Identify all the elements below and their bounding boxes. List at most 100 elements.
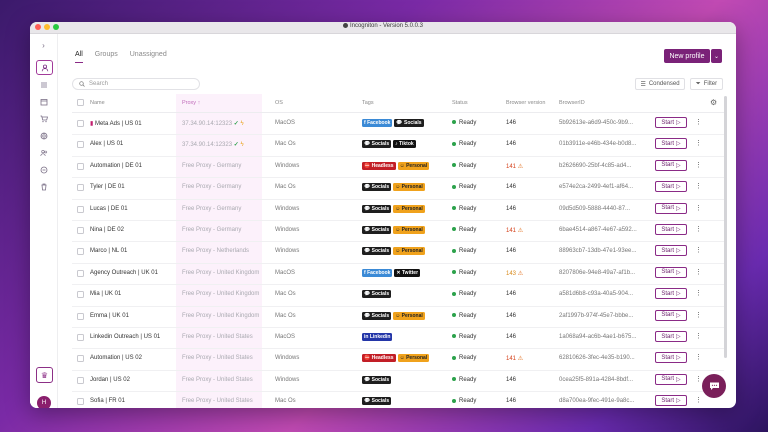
row-checkbox[interactable] — [77, 312, 84, 320]
start-button[interactable]: Start ▷ — [655, 352, 687, 364]
proxy-cell[interactable]: 37.34.90.14:12323 ✓ ϟ — [182, 120, 244, 127]
settings-gear-icon[interactable]: ⚙ — [710, 98, 717, 107]
tab-unassigned[interactable]: Unassigned — [130, 51, 167, 63]
proxy-cell[interactable]: Free Proxy - Germany — [182, 184, 241, 190]
profile-name-cell[interactable]: Alex | US 01 — [90, 141, 123, 147]
table-row[interactable]: Automation | DE 01 Free Proxy - Germany Wi… — [72, 156, 724, 179]
row-checkbox[interactable] — [77, 355, 84, 363]
filter-button[interactable]: ⏷ Filter — [690, 78, 723, 90]
start-button[interactable]: Start ▷ — [655, 117, 687, 128]
start-button[interactable]: Start ▷ — [655, 309, 687, 321]
table-row[interactable]: Automation | US 02 Free Proxy - United St… — [72, 348, 724, 371]
search-input[interactable]: Search — [72, 78, 200, 90]
user-icon[interactable] — [36, 60, 53, 75]
column-header-tags[interactable]: Tags — [362, 100, 374, 106]
row-checkbox[interactable] — [77, 141, 84, 149]
more-options-icon[interactable]: ⋮ — [695, 204, 702, 212]
table-row[interactable]: Lucas | DE 01 Free Proxy - Germany Windows… — [72, 199, 724, 221]
profile-name-cell[interactable]: ▮ Meta Ads | US 01 — [90, 120, 142, 127]
table-row[interactable]: Nina | DE 02 Free Proxy - Germany Windows 💬… — [72, 220, 724, 243]
row-checkbox[interactable] — [77, 376, 84, 384]
column-header-status[interactable]: Status — [452, 100, 468, 106]
start-button[interactable]: Start ▷ — [655, 266, 687, 278]
profile-name-cell[interactable]: Marco | NL 01 — [90, 248, 127, 254]
start-button[interactable]: Start ▷ — [655, 331, 687, 342]
more-options-icon[interactable]: ⋮ — [695, 332, 702, 340]
table-row[interactable]: Sofia | FR 01 Free Proxy - United States M… — [72, 391, 724, 408]
users-icon[interactable] — [36, 146, 51, 159]
tab-groups[interactable]: Groups — [95, 51, 118, 63]
select-all-checkbox[interactable] — [77, 99, 84, 106]
proxy-cell[interactable]: Free Proxy - United States — [182, 377, 253, 383]
start-button[interactable]: Start ▷ — [655, 395, 687, 407]
profile-name-cell[interactable]: Automation | DE 01 — [90, 163, 142, 169]
more-options-icon[interactable]: ⋮ — [695, 396, 702, 404]
table-row[interactable]: Agency Outreach | UK 01 Free Proxy - Unit… — [72, 263, 724, 286]
condensed-button[interactable]: ☰ Condensed — [635, 78, 685, 90]
column-header-os[interactable]: OS — [275, 100, 283, 106]
start-button[interactable]: Start ▷ — [655, 245, 687, 257]
more-options-icon[interactable]: ⋮ — [695, 139, 702, 147]
proxy-cell[interactable]: Free Proxy - United States — [182, 398, 253, 404]
row-checkbox[interactable] — [77, 120, 84, 127]
trash-icon[interactable] — [36, 180, 51, 193]
more-options-icon[interactable]: ⋮ — [695, 161, 702, 169]
more-options-icon[interactable]: ⋮ — [695, 225, 702, 233]
table-row[interactable]: Alex | US 01 37.34.90.14:12323 ✓ ϟ Mac Os 💬… — [72, 134, 724, 157]
start-button[interactable]: Start ▷ — [655, 288, 687, 300]
start-button[interactable]: Start ▷ — [655, 373, 687, 385]
row-checkbox[interactable] — [77, 184, 84, 192]
profile-name-cell[interactable]: Emma | UK 01 — [90, 313, 129, 319]
more-options-icon[interactable]: ⋮ — [695, 375, 702, 383]
proxy-cell[interactable]: Free Proxy - Germany — [182, 206, 241, 212]
chevron-right-icon[interactable]: › — [36, 39, 51, 52]
row-checkbox[interactable] — [77, 162, 84, 170]
row-checkbox[interactable] — [77, 291, 84, 299]
table-row[interactable]: ▮ Meta Ads | US 01 37.34.90.14:12323 ✓ ϟ M… — [72, 113, 724, 136]
profile-name-cell[interactable]: Mia | UK 01 — [90, 291, 121, 297]
profile-name-cell[interactable]: Sofia | FR 01 — [90, 398, 125, 404]
column-header-name[interactable]: Name — [90, 100, 105, 106]
row-checkbox[interactable] — [77, 398, 84, 406]
more-options-icon[interactable]: ⋮ — [695, 182, 702, 190]
proxy-cell[interactable]: Free Proxy - Germany — [182, 163, 241, 169]
profile-name-cell[interactable]: Jordan | US 02 — [90, 377, 130, 383]
proxy-cell[interactable]: Free Proxy - Germany — [182, 227, 241, 233]
cart-icon[interactable] — [36, 112, 51, 125]
start-button[interactable]: Start ▷ — [655, 224, 687, 235]
more-options-icon[interactable]: ⋮ — [695, 268, 702, 276]
calendar-icon[interactable] — [36, 95, 51, 108]
table-row[interactable]: Linkedin Outreach | US 01 Free Proxy - Un… — [72, 327, 724, 350]
more-options-icon[interactable]: ⋮ — [695, 118, 702, 126]
start-button[interactable]: Start ▷ — [655, 181, 687, 193]
proxy-cell[interactable]: Free Proxy - United States — [182, 334, 253, 340]
profile-name-cell[interactable]: Agency Outreach | UK 01 — [90, 270, 158, 276]
avatar[interactable]: H — [37, 396, 51, 408]
table-row[interactable]: Jordan | US 02 Free Proxy - United States… — [72, 370, 724, 393]
globe-icon[interactable] — [36, 129, 51, 142]
list-icon[interactable] — [36, 78, 51, 91]
column-header-browser-version[interactable]: Browser version — [506, 100, 545, 106]
more-options-icon[interactable]: ⋮ — [695, 289, 702, 297]
chat-support-button[interactable] — [702, 374, 726, 398]
chevron-down-icon[interactable]: ⌄ — [711, 49, 722, 63]
proxy-cell[interactable]: Free Proxy - Netherlands — [182, 248, 249, 254]
column-header-browser-id[interactable]: BrowserID — [559, 100, 585, 106]
scrollbar[interactable] — [724, 96, 727, 358]
proxy-cell[interactable]: Free Proxy - United Kingdom — [182, 313, 259, 319]
shield-icon[interactable] — [36, 163, 51, 176]
new-profile-button[interactable]: New profile — [664, 49, 710, 63]
proxy-cell[interactable]: Free Proxy - United Kingdom — [182, 270, 259, 276]
tab-all[interactable]: All — [75, 51, 83, 63]
proxy-cell[interactable]: 37.34.90.14:12323 ✓ ϟ — [182, 141, 244, 148]
proxy-cell[interactable]: Free Proxy - United States — [182, 355, 253, 361]
table-row[interactable]: Emma | UK 01 Free Proxy - United Kingdom M… — [72, 306, 724, 328]
row-checkbox[interactable] — [77, 334, 84, 341]
proxy-cell[interactable]: Free Proxy - United Kingdom — [182, 291, 259, 297]
profile-name-cell[interactable]: Nina | DE 02 — [90, 227, 124, 233]
column-header-proxy[interactable]: Proxy ↑ — [182, 100, 200, 106]
profile-name-cell[interactable]: Lucas | DE 01 — [90, 206, 128, 212]
table-row[interactable]: Mia | UK 01 Free Proxy - United Kingdom Ma… — [72, 284, 724, 307]
start-button[interactable]: Start ▷ — [655, 138, 687, 150]
more-options-icon[interactable]: ⋮ — [695, 246, 702, 254]
